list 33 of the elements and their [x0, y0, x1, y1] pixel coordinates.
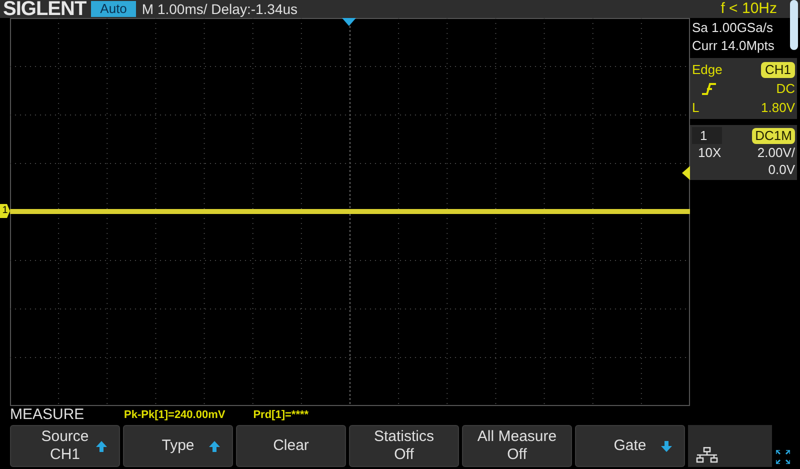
- channel-coupling-badge: DC1M: [752, 128, 795, 144]
- timebase-label: M 1.00ms/ Delay:-1.34us: [142, 0, 298, 19]
- probe-ratio-label: 10X: [698, 144, 722, 161]
- softkey-button[interactable]: Clear: [236, 425, 346, 467]
- brand-logo: SIGLENT: [2, 0, 88, 18]
- up-arrow-icon: [209, 441, 220, 452]
- memory-depth-label: Curr 14.0Mpts: [692, 37, 776, 55]
- run-mode-badge: Auto: [91, 1, 136, 17]
- measure-title: MEASURE: [10, 404, 86, 425]
- rising-edge-icon: [702, 82, 716, 94]
- network-icon: [696, 447, 718, 463]
- frequency-label: f < 10Hz: [720, 0, 777, 19]
- softkey-button[interactable]: Type: [123, 425, 233, 467]
- fullscreen-icon: [776, 450, 790, 464]
- channel-number-tab[interactable]: 1: [692, 127, 722, 144]
- down-arrow-icon: [661, 441, 672, 452]
- trigger-level-label: L: [692, 99, 700, 117]
- softkey-button[interactable]: All Measure Off: [462, 425, 572, 467]
- softkey-button[interactable]: Source CH1: [10, 425, 120, 467]
- softkey-button[interactable]: Gate: [575, 425, 685, 467]
- vertical-offset-label: 0.0V: [768, 161, 795, 178]
- measurement-reading: Pk-Pk[1]=240.00mV: [124, 408, 226, 423]
- channel-marker: 1: [0, 204, 10, 218]
- up-arrow-icon: [96, 441, 107, 452]
- softkey-button[interactable]: Statistics Off: [349, 425, 459, 467]
- trigger-type-label: Edge: [692, 61, 722, 79]
- vertical-scale-label: 2.00V/: [757, 144, 795, 161]
- trigger-level-value: 1.80V: [761, 99, 795, 117]
- trigger-source-badge: CH1: [760, 62, 795, 78]
- scrollbar: [790, 0, 798, 50]
- measurement-reading: Prd[1]=****: [253, 408, 309, 423]
- sample-rate-label: Sa 1.00GSa/s: [692, 19, 774, 37]
- trigger-coupling-label: DC: [776, 80, 795, 98]
